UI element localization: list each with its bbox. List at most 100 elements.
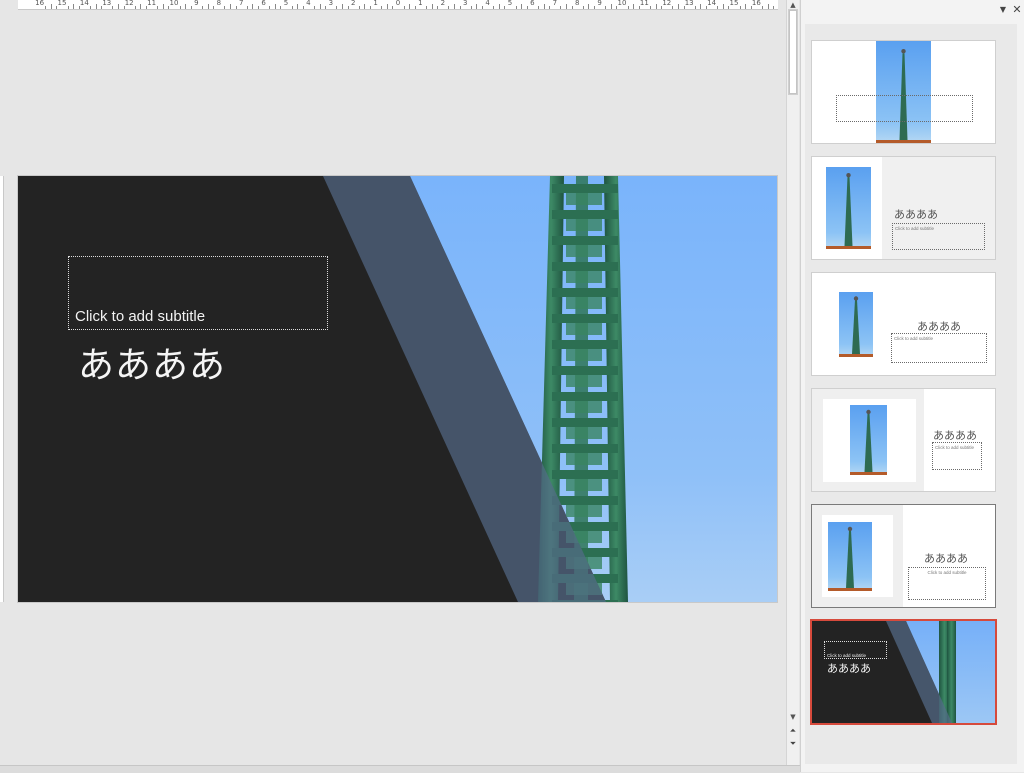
ruler-tick <box>739 6 741 9</box>
ruler-tick <box>431 4 433 9</box>
ruler-label: 15 <box>729 0 739 7</box>
ruler-tick <box>538 6 539 9</box>
scroll-down-icon[interactable]: ▼ <box>788 712 798 722</box>
tower-icon <box>844 173 853 246</box>
ruler-tick <box>409 4 411 9</box>
ruler-tick <box>437 6 439 9</box>
ruler-tick <box>493 6 495 9</box>
layout-pane: ▼ ✕ ああああ Click to add subtitle ああああ Clic <box>800 0 1024 772</box>
ruler-label: 12 <box>124 0 134 7</box>
ruler-tick <box>459 6 461 9</box>
editor-scrollbar[interactable]: ▲ ▼ ⏶ ⏷ <box>786 0 799 772</box>
ruler-tick <box>364 4 366 9</box>
ruler-tick <box>543 4 545 9</box>
ruler-tick <box>694 6 696 9</box>
ruler-label: 6 <box>530 0 535 7</box>
layout-title: ああああ <box>917 320 961 333</box>
ruler-tick <box>392 6 394 9</box>
chevron-down-icon[interactable]: ▼ <box>997 3 1009 17</box>
ruler-tick <box>274 4 276 9</box>
next-slide-icon[interactable]: ⏷ <box>788 739 798 749</box>
ruler-label: 8 <box>216 0 222 7</box>
ruler-tick <box>767 4 769 9</box>
ruler-tick <box>347 6 349 9</box>
ruler-tick <box>235 6 237 9</box>
ruler-tick <box>549 6 551 9</box>
subtitle-placeholder[interactable]: Click to add subtitle <box>68 256 328 330</box>
ruler-label: 5 <box>507 0 513 7</box>
ruler-tick <box>73 4 75 9</box>
tower-icon <box>899 49 908 140</box>
ruler-tick <box>258 6 259 9</box>
ruler-label: 14 <box>79 0 89 7</box>
ruler-tick <box>504 6 506 9</box>
subtitle-placeholder-text: Click to add subtitle <box>75 308 206 325</box>
ruler-tick <box>610 4 612 9</box>
slide-canvas[interactable]: Click to add subtitle ああああ <box>18 176 777 602</box>
previous-slide-icon[interactable]: ⏶ <box>788 726 798 736</box>
tower-icon <box>864 409 873 472</box>
layout-thumbnail-3[interactable]: ああああ Click to add subtitle <box>812 273 995 375</box>
scrollbar-thumb[interactable] <box>789 10 797 94</box>
ruler-tick <box>140 4 142 9</box>
ruler-tick <box>246 6 248 9</box>
layout-subtitle-box: Click to add subtitle <box>908 567 986 600</box>
ruler-tick <box>358 6 360 9</box>
layout-thumbnail-5[interactable]: ああああ Click to add subtitle <box>812 505 995 607</box>
ruler-tick <box>605 6 607 9</box>
layout-picture <box>876 41 931 143</box>
ruler-tick <box>672 6 674 9</box>
ruler-label: 4 <box>485 0 490 7</box>
ruler-label: 16 <box>751 0 761 7</box>
layout-thumbnail-4[interactable]: ああああ Click to add subtitle <box>812 389 995 491</box>
layout-title: ああああ <box>827 662 871 675</box>
ruler-tick <box>650 6 651 9</box>
ruler-label: 11 <box>147 0 157 7</box>
ruler-tick <box>454 4 455 9</box>
layout-subtitle-box: Click to add subtitle <box>891 333 987 363</box>
ruler-tick <box>252 4 254 9</box>
layout-picture <box>828 522 872 591</box>
layout-picture <box>850 405 887 475</box>
ruler-label: 0 <box>395 0 401 7</box>
ruler-tick <box>678 4 679 9</box>
ruler-tick <box>50 4 52 9</box>
ruler-tick <box>627 6 629 9</box>
scroll-up-icon[interactable]: ▲ <box>788 0 798 10</box>
ruler-tick <box>325 6 327 9</box>
ruler-tick <box>633 4 635 9</box>
horizontal-ruler[interactable]: 16 15 14 13 12 11 10 9 8 7 6 5 4 3 2 1 0 1 2 3 4 5 6 7 8 9 10 11 12 1… <box>18 0 778 10</box>
ruler-tick <box>566 4 567 9</box>
ruler-label: 5 <box>283 0 289 7</box>
ruler-tick <box>157 6 159 9</box>
ruler-tick <box>655 4 657 9</box>
ruler-tick <box>571 6 573 9</box>
ruler-tick <box>207 4 209 9</box>
ruler-tick <box>498 4 500 9</box>
ruler-label: 1 <box>418 0 423 7</box>
layout-thumbnail-6[interactable]: Click to add subtitle ああああ <box>812 621 995 723</box>
ruler-tick <box>179 6 181 9</box>
ruler-tick <box>280 6 282 9</box>
vertical-ruler[interactable] <box>0 176 4 602</box>
ruler-label: 3 <box>462 0 468 7</box>
ruler-tick <box>403 6 405 9</box>
ruler-tick <box>162 4 164 9</box>
ruler-tick <box>426 6 427 9</box>
ruler-tick <box>745 4 747 9</box>
ruler-tick <box>118 4 119 9</box>
pane-header: ▼ ✕ <box>801 0 1024 22</box>
ruler-tick <box>134 6 136 9</box>
ruler-label: 6 <box>261 0 266 7</box>
ruler-tick <box>342 4 343 9</box>
ruler-tick <box>224 6 226 9</box>
ruler-tick <box>526 6 528 9</box>
ruler-label: 8 <box>574 0 580 7</box>
layout-thumbnail-1[interactable] <box>812 41 995 143</box>
ruler-tick <box>448 6 450 9</box>
ruler-tick <box>582 6 584 9</box>
layout-title: ああああ <box>933 429 977 442</box>
layout-thumbnail-2[interactable]: ああああ Click to add subtitle <box>812 157 995 259</box>
slide-title[interactable]: ああああ <box>78 336 226 388</box>
close-icon[interactable]: ✕ <box>1011 3 1023 17</box>
